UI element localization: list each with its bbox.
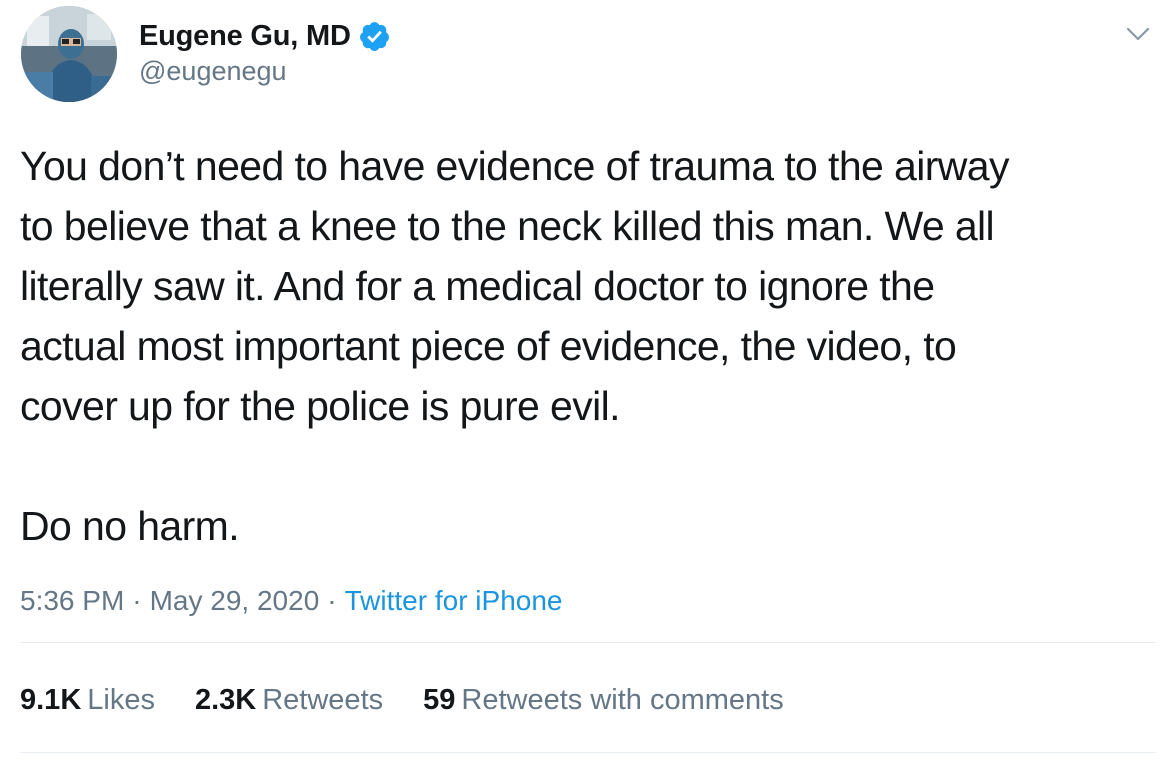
avatar[interactable] bbox=[21, 6, 117, 102]
meta-separator: · bbox=[132, 585, 142, 616]
chevron-down-icon[interactable] bbox=[1125, 21, 1151, 47]
tweet-meta: 5:36 PM · May 29, 2020 · Twitter for iPhone bbox=[20, 585, 562, 617]
retweets-label: Retweets bbox=[262, 684, 384, 716]
quote-tweets-label: Retweets with comments bbox=[461, 684, 784, 716]
tweet-time[interactable]: 5:36 PM bbox=[20, 585, 124, 616]
tweet-date[interactable]: May 29, 2020 bbox=[150, 585, 320, 616]
author-handle[interactable]: @eugenegu bbox=[139, 56, 287, 87]
meta-separator: · bbox=[327, 585, 337, 616]
divider bbox=[20, 752, 1156, 753]
retweets-count: 2.3K bbox=[194, 684, 257, 716]
retweets-stat[interactable]: 2.3K Retweets bbox=[195, 684, 383, 717]
tweet-stats: 9.1K Likes 2.3K Retweets 59 Retweets with c… bbox=[20, 684, 824, 717]
author-name-row[interactable]: Eugene Gu, MD bbox=[139, 16, 391, 56]
tweet: Eugene Gu, MD @eugenegu You don’t need t… bbox=[0, 0, 1176, 774]
likes-stat[interactable]: 9.1K Likes bbox=[20, 684, 155, 717]
tweet-text-paragraph-1: You don’t need to have evidence of traum… bbox=[20, 143, 1010, 429]
divider bbox=[20, 642, 1156, 643]
quote-tweets-count: 59 bbox=[423, 684, 456, 716]
tweet-text: You don’t need to have evidence of traum… bbox=[20, 136, 1160, 556]
quote-tweets-stat[interactable]: 59 Retweets with comments bbox=[423, 684, 784, 717]
tweet-source-link[interactable]: Twitter for iPhone bbox=[345, 585, 563, 616]
likes-label: Likes bbox=[87, 684, 155, 716]
tweet-text-paragraph-2: Do no harm. bbox=[20, 503, 240, 549]
verified-badge-icon bbox=[358, 20, 391, 53]
author-display-name[interactable]: Eugene Gu, MD bbox=[139, 20, 351, 53]
likes-count: 9.1K bbox=[20, 684, 82, 716]
avatar-image bbox=[21, 6, 117, 102]
